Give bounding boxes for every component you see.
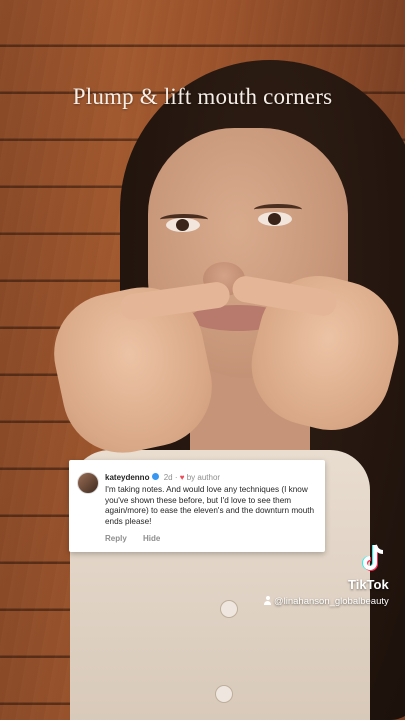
- comment-username[interactable]: kateydenno: [105, 473, 149, 482]
- shirt-button: [215, 685, 233, 703]
- comment-card[interactable]: kateydenno 2d · ♥ by author I'm taking n…: [69, 460, 325, 552]
- shirt-button: [220, 600, 238, 618]
- comment-time: 2d: [163, 473, 173, 482]
- creator-handle: @linahanson_globalbeauty: [263, 596, 389, 607]
- right-eye: [258, 212, 292, 226]
- verified-icon: [152, 473, 160, 480]
- left-eye: [166, 218, 200, 232]
- comment-meta: kateydenno 2d · ♥ by author: [105, 473, 221, 482]
- comment-text: I'm taking notes. And would love any tec…: [105, 485, 315, 526]
- video-headline: Plump & lift mouth corners: [72, 84, 333, 109]
- person-icon: [263, 596, 272, 605]
- heart-icon: ♥: [179, 473, 185, 482]
- avatar[interactable]: [77, 472, 99, 494]
- comment-actions: Reply Hide: [105, 534, 174, 543]
- reply-button[interactable]: Reply: [105, 534, 127, 543]
- tiktok-logo-icon: [362, 544, 384, 571]
- video-frame[interactable]: Plump & lift mouth corners: [0, 0, 405, 720]
- liked-by-author: by author: [186, 473, 221, 482]
- tiktok-wordmark: TikTok: [348, 577, 389, 592]
- hide-button[interactable]: Hide: [143, 534, 160, 543]
- tiktok-watermark: TikTok: [348, 543, 398, 593]
